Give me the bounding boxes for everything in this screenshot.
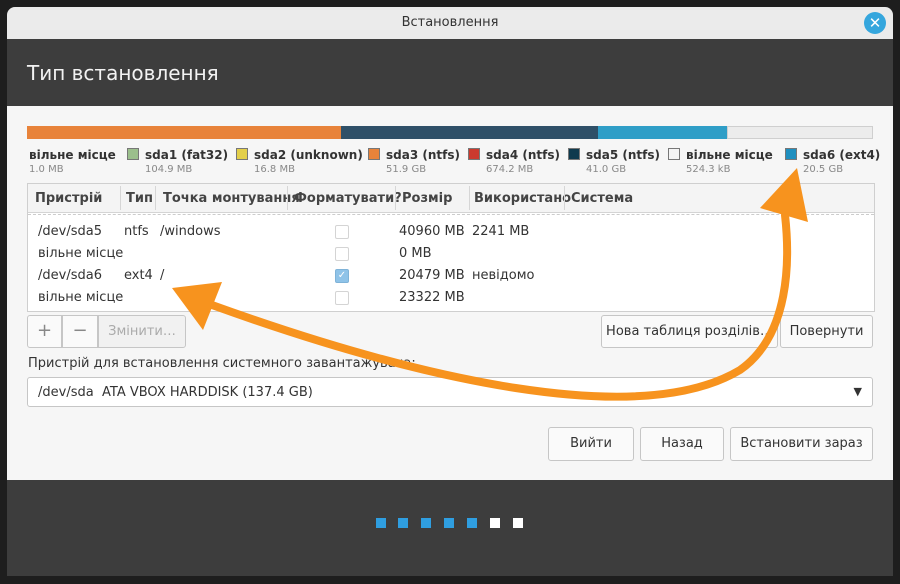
annotation-arrow-curve [208, 211, 792, 401]
annotation-arrow [172, 168, 808, 401]
annotation-arrowhead-right [760, 168, 808, 222]
